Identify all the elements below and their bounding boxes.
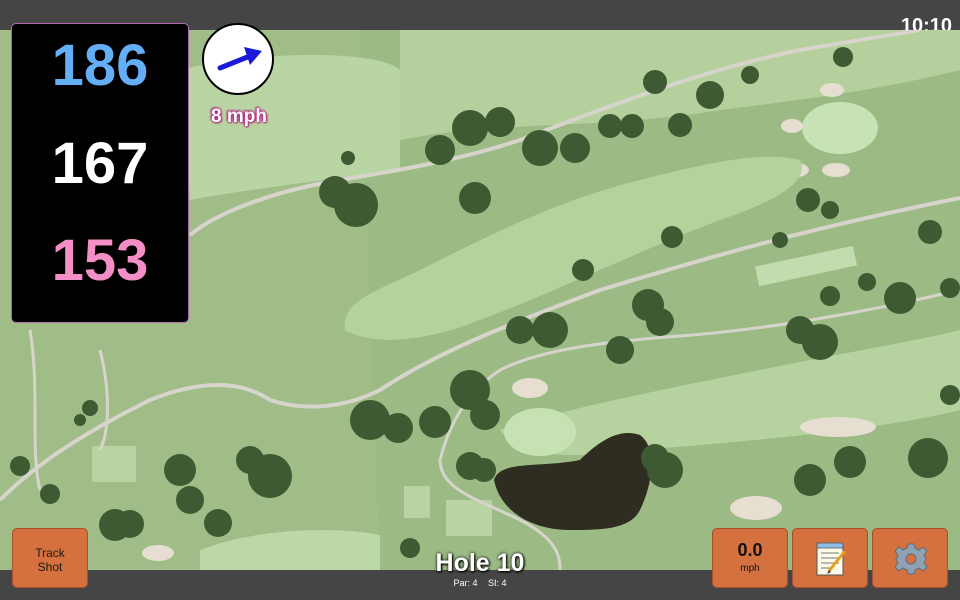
speed-button[interactable]: 0.0 mph: [712, 528, 788, 588]
hole-info: Par: 4 SI: 4: [380, 577, 580, 589]
notes-button[interactable]: [792, 528, 868, 588]
notepad-icon: [816, 542, 847, 576]
distance-panel: 186 167 153: [11, 23, 189, 323]
middle-of-green-distance: 167: [51, 131, 149, 196]
hole-title: Hole 10: [435, 549, 525, 577]
settings-button[interactable]: [872, 528, 948, 588]
track-shot-label-line1: Track: [35, 546, 65, 560]
track-shot-button[interactable]: Track Shot: [12, 528, 88, 588]
gear-icon: [894, 543, 928, 575]
speed-unit: mph: [740, 563, 760, 574]
hole-par: Par: 4: [453, 578, 478, 588]
wind-indicator: [202, 23, 274, 95]
speed-value: 0.0: [737, 540, 763, 560]
track-shot-label-line2: Shot: [37, 560, 63, 574]
wind-speed-label: 8 mph: [211, 106, 267, 127]
front-of-green-distance: 153: [51, 228, 149, 293]
arrow-right-icon: [217, 47, 262, 71]
hole-stroke-index: SI: 4: [488, 578, 507, 588]
back-of-green-distance: 186: [51, 33, 149, 98]
